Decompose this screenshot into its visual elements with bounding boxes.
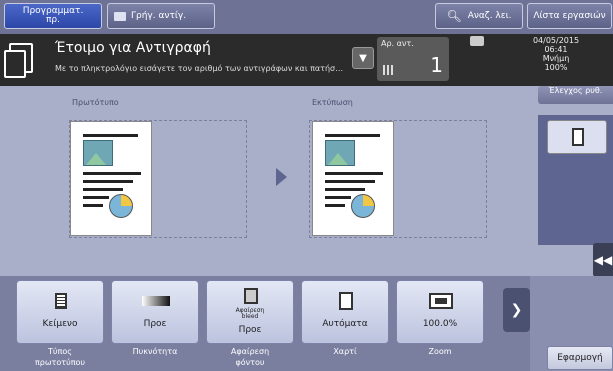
copies-label: Αρ. αντ.	[381, 39, 414, 48]
paper-icon	[332, 287, 360, 315]
paper-button[interactable]: Αυτόματα	[301, 280, 389, 344]
density-icon	[142, 287, 170, 315]
status-area: Έτοιμο για Αντιγραφή Με το πληκτρολόγιο …	[0, 34, 613, 86]
arrow-right-icon	[276, 168, 287, 186]
text-line	[325, 172, 383, 175]
next-page-icon[interactable]: ❯	[503, 288, 530, 332]
program-button-label: Προγραμματ. πρ.	[22, 6, 84, 25]
text-line	[325, 196, 351, 199]
chevron-down-icon[interactable]: ▼	[352, 47, 374, 69]
image-icon	[83, 140, 113, 166]
status-message: Με το πληκτρολόγιο εισάγετε τον αριθμό τ…	[55, 64, 345, 73]
density-value: Προε	[143, 319, 167, 329]
quick-copy-button[interactable]: Γρήγ. αντίγ.	[107, 3, 215, 29]
background-removal-value: Προε	[238, 325, 262, 335]
original-caption: Πρωτότυπο	[72, 98, 119, 107]
zoom-icon	[427, 287, 455, 315]
page-icon	[572, 128, 584, 146]
density-label: Πυκνότητα	[132, 347, 178, 356]
zoom-label: Zoom	[428, 347, 452, 356]
background-removal-icon-text: Αφαίρεση bleed	[235, 307, 265, 320]
text-line	[83, 134, 138, 137]
zoom-value: 100.0%	[422, 319, 458, 329]
background-removal-icon	[237, 285, 265, 307]
zoom-button[interactable]: 100.0%	[396, 280, 484, 344]
pie-chart-icon	[109, 194, 133, 218]
text-line	[325, 180, 375, 183]
text-line	[83, 196, 109, 199]
output-caption: Εκτύπωση	[312, 98, 353, 107]
date: 04/05/2015	[532, 36, 580, 45]
original-type-value: Κείμενο	[42, 319, 78, 329]
datetime: 04/05/2015 06:41 Μνήμη 100%	[500, 36, 612, 72]
density-button[interactable]: Προε	[111, 280, 199, 344]
time: 06:41	[544, 45, 568, 54]
apply-button[interactable]: Εφαρμογή	[547, 346, 613, 370]
text-line	[83, 204, 103, 207]
job-list-button[interactable]: Λίστα εργασιών	[527, 3, 612, 29]
collapse-panel-icon[interactable]: ◀◀	[593, 243, 613, 277]
memory-value: 100%	[544, 63, 568, 72]
memory-label: Μνήμη	[542, 54, 570, 63]
text-line	[325, 188, 365, 191]
quick-copy-label: Γρήγ. αντίγ.	[131, 10, 187, 21]
text-line	[325, 134, 380, 137]
copy-mode-icon	[4, 43, 33, 78]
search-label: Αναζ. λει.	[467, 10, 512, 21]
search-button[interactable]: 🔍︎ Αναζ. λει.	[435, 3, 523, 29]
status-title: Έτοιμο για Αντιγραφή	[55, 40, 211, 56]
image-icon	[325, 140, 355, 166]
copies-display[interactable]: Αρ. αντ. 1	[377, 37, 449, 81]
text-line	[83, 172, 141, 175]
original-page-icon	[70, 121, 152, 236]
job-list-label: Λίστα εργασιών	[533, 10, 606, 21]
copy-icon	[114, 11, 126, 21]
paper-value: Αυτόματα	[322, 319, 368, 329]
document-icon	[47, 287, 75, 315]
copies-value: 1	[430, 53, 443, 77]
original-type-button[interactable]: Κείμενο	[16, 280, 104, 344]
pie-chart-icon	[351, 194, 375, 218]
settings-thumbnail[interactable]	[547, 120, 607, 154]
text-line	[83, 188, 123, 191]
original-type-label: Τύπος πρωτοτύπου	[34, 347, 86, 367]
paper-label: Χαρτί	[333, 347, 357, 356]
keypad-icon	[383, 65, 393, 75]
memory-icon	[470, 36, 484, 46]
text-line	[83, 180, 133, 183]
text-line	[325, 204, 345, 207]
output-page-icon	[312, 121, 394, 236]
background-removal-label: Αφαίρεση φόντου	[230, 347, 270, 367]
search-icon: 🔍︎	[446, 8, 462, 23]
check-settings-button[interactable]: Έλεγχος ρυθ.	[538, 86, 613, 104]
program-button[interactable]: Προγραμματ. πρ.	[4, 3, 102, 29]
background-removal-button[interactable]: Αφαίρεση bleed Προε	[206, 280, 294, 344]
